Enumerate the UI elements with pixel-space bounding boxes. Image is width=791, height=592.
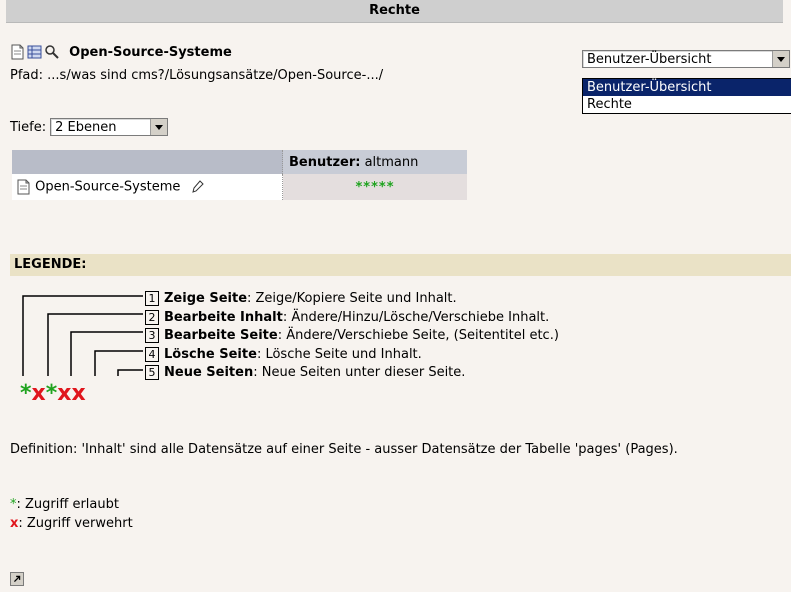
legend-item: 1 Zeige Seite: Zeige/Kopiere Seite und In… (145, 290, 559, 309)
denied-mark: x (71, 381, 86, 406)
user-column-header: Benutzer: altmann (282, 150, 467, 174)
page-name: Open-Source-Systeme (35, 179, 181, 195)
permission-value[interactable]: ***** (282, 174, 467, 200)
view-select-dropdown[interactable]: Benutzer-Übersicht Rechte (582, 78, 791, 114)
view-select-value: Benutzer-Übersicht (587, 51, 712, 67)
legend-item: 2 Bearbeite Inhalt: Ändere/Hinzu/Lösche/V… (145, 309, 559, 328)
chevron-down-icon[interactable] (772, 51, 789, 67)
chevron-down-icon[interactable] (150, 119, 168, 135)
depth-select[interactable]: 2 Ebenen (50, 118, 169, 136)
legend-list: 1 Zeige Seite: Zeige/Kopiere Seite und In… (145, 290, 559, 383)
key-allowed: *: Zugriff erlaubt (10, 497, 119, 512)
panel-title: Rechte (6, 0, 783, 23)
table-header: Benutzer: altmann (12, 150, 467, 174)
page-icon[interactable] (16, 179, 31, 195)
depth-control: Tiefe: 2 Ebenen (10, 118, 169, 136)
permissions-table: Benutzer: altmann Open-Source-Systeme **… (12, 150, 467, 200)
user-name: altmann (364, 154, 419, 170)
open-in-new-window-icon[interactable] (10, 572, 24, 586)
edit-icon[interactable] (189, 179, 204, 195)
allowed-mark: * (20, 381, 32, 406)
search-icon[interactable] (44, 44, 59, 60)
page-path: Pfad: ...s/was sind cms?/Lösungsansätze/… (10, 68, 384, 83)
option-benutzer-uebersicht[interactable]: Benutzer-Übersicht (583, 79, 791, 96)
legend-connector-lines (22, 295, 143, 376)
denied-mark: x (31, 381, 46, 406)
depth-label: Tiefe: (10, 119, 47, 135)
legend-item: 3 Bearbeite Seite: Ändere/Verschiebe Seit… (145, 327, 559, 346)
user-label: Benutzer: (289, 154, 361, 170)
page-header: Open-Source-Systeme (10, 44, 232, 60)
view-select[interactable]: Benutzer-Übersicht (582, 50, 790, 68)
key-denied: x: Zugriff verwehrt (10, 516, 133, 531)
list-view-icon[interactable] (27, 44, 42, 60)
legend-item: 5 Neue Seiten: Neue Seiten unter dieser S… (145, 364, 559, 383)
depth-select-value: 2 Ebenen (55, 119, 117, 135)
table-row: Open-Source-Systeme ***** (12, 174, 467, 200)
legend-heading: LEGENDE: (10, 254, 791, 276)
option-rechte[interactable]: Rechte (583, 96, 791, 113)
page-title: Open-Source-Systeme (69, 44, 232, 60)
legend-example-marks: *x*xx (20, 381, 86, 406)
legend-item: 4 Lösche Seite: Lösche Seite und Inhalt. (145, 346, 559, 365)
denied-mark: x (57, 381, 72, 406)
allowed-mark: * (45, 381, 58, 406)
definition-text: Definition: 'Inhalt' sind alle Datensätz… (10, 442, 678, 457)
page-icon[interactable] (10, 44, 25, 60)
page-cell: Open-Source-Systeme (12, 174, 283, 200)
